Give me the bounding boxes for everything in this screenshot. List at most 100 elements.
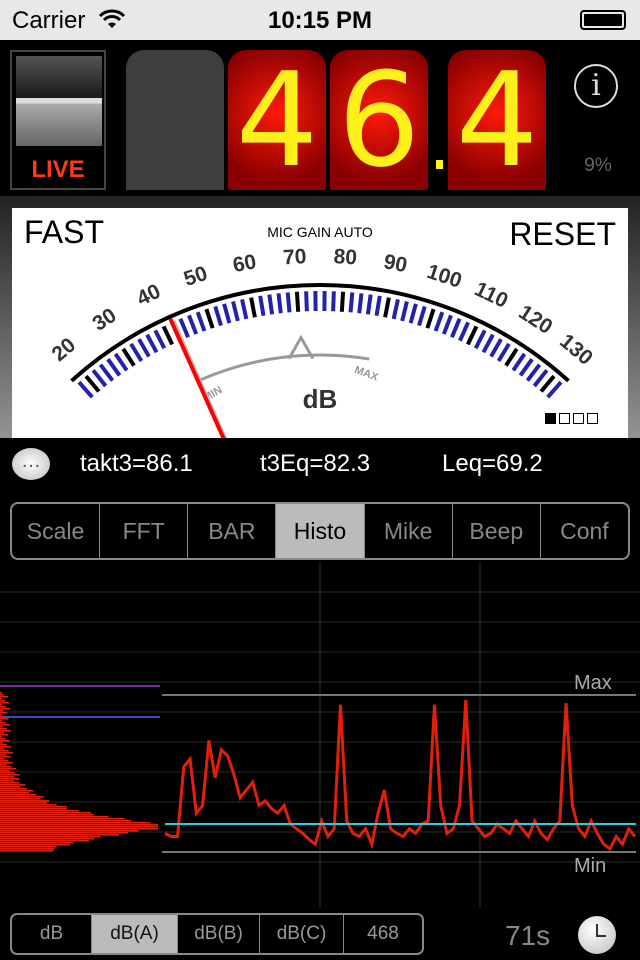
scale-tick [374, 295, 382, 317]
page-indicator[interactable] [545, 413, 598, 424]
scale-tick [106, 358, 122, 377]
histogram-bar [0, 786, 21, 788]
tab-histo[interactable]: Histo [276, 504, 365, 558]
clock-time: 10:15 PM [267, 7, 373, 34]
histogram-bar [0, 818, 125, 820]
scale-tick [91, 369, 108, 388]
speech-bubble-icon[interactable]: … [12, 448, 50, 480]
histogram-bar [0, 728, 7, 730]
page-dot[interactable] [587, 413, 598, 424]
histogram-bar [0, 798, 41, 800]
tab-db-c[interactable]: dB(C) [260, 915, 344, 953]
histogram-bar [0, 782, 20, 784]
tab-fft[interactable]: FFT [100, 504, 189, 558]
scale-label: 50 [181, 262, 210, 291]
scale-label: 130 [555, 330, 597, 370]
histogram-bar [0, 776, 15, 778]
histogram-bar [0, 740, 10, 742]
histogram-bar [0, 788, 27, 790]
scale-tick [511, 352, 527, 372]
histogram-bar [0, 796, 44, 798]
histogram-bar [0, 792, 30, 794]
histogram-bar [0, 734, 9, 736]
histogram-bar [0, 756, 11, 758]
level-indicator-bottom [16, 98, 102, 146]
scale-tick [425, 308, 436, 329]
info-icon[interactable]: i [574, 64, 618, 108]
histogram-bar [0, 760, 9, 762]
digit-tenths: 4 [448, 50, 546, 190]
histogram-bar [0, 720, 2, 722]
leq-value: Leq=69.2 [442, 450, 543, 477]
min-max-arc [197, 353, 370, 383]
histogram-bar [0, 700, 6, 702]
page-dot[interactable] [559, 413, 570, 424]
scale-tick [121, 347, 136, 367]
min-label: Min [574, 855, 607, 877]
scale-label: 120 [514, 301, 556, 339]
tab-db[interactable]: dB [12, 915, 92, 953]
scale-tick [458, 321, 470, 342]
histogram-bar [0, 732, 4, 734]
scale-tick [161, 325, 174, 346]
scale-tick [304, 291, 309, 312]
histogram-bar [0, 816, 109, 818]
unit-label: dB [303, 384, 338, 414]
scale-tick [98, 363, 115, 382]
histogram-bar [0, 812, 92, 814]
tab-bar[interactable]: BAR [188, 504, 277, 558]
histogram-bar [0, 712, 8, 714]
histogram-bar [0, 718, 9, 720]
scale-tick [532, 369, 549, 388]
histogram-bar [0, 842, 74, 844]
scale-tick [339, 291, 346, 312]
scale-label: 90 [382, 250, 409, 277]
clock-icon[interactable] [578, 916, 616, 954]
scale-tick [187, 314, 199, 335]
tab-mike[interactable]: Mike [365, 504, 453, 558]
histogram-bar [0, 704, 3, 706]
tab-db-a[interactable]: dB(A) [92, 915, 178, 953]
histogram-bar [0, 698, 2, 700]
digit-ones: 6 [330, 50, 428, 190]
takt3-value: takt3=86.1 [80, 450, 193, 477]
histogram-bar [0, 702, 10, 704]
mode-tabs: Scale FFT BAR Histo Mike Beep Conf [10, 502, 630, 560]
scale-tick [450, 318, 462, 339]
scale-tick [331, 291, 336, 312]
histogram-bar [0, 744, 7, 746]
scale-tick [408, 303, 418, 324]
histogram-bar [0, 762, 14, 764]
scale-tick [129, 342, 144, 363]
tab-db-b[interactable]: dB(B) [178, 915, 260, 953]
histogram-bar [0, 692, 2, 694]
histogram-bar [0, 836, 101, 838]
histogram-bar [0, 820, 132, 822]
tab-468[interactable]: 468 [344, 915, 422, 953]
histogram-bar [0, 790, 34, 792]
histogram-bar [0, 784, 26, 786]
histogram-bar [0, 750, 9, 752]
scale-tick [489, 338, 503, 358]
histogram-bar [0, 802, 48, 804]
live-button[interactable]: LIVE [10, 50, 106, 190]
scale-tick [178, 318, 190, 339]
tab-scale[interactable]: Scale [12, 504, 101, 558]
histogram-bar [0, 724, 10, 726]
meter-dial: 20304050 60 70 80 90 100110120130MINMAXdB [48, 245, 597, 438]
page-dot[interactable] [545, 413, 556, 424]
histogram-bar [0, 708, 11, 710]
battery-icon [580, 10, 626, 30]
status-bar: Carrier 10:15 PM [0, 0, 640, 40]
tab-conf[interactable]: Conf [541, 504, 628, 558]
scale-tick [153, 329, 167, 350]
histogram-bar [0, 778, 20, 780]
tab-beep[interactable]: Beep [453, 504, 541, 558]
level-trace [164, 700, 637, 852]
histogram-bar [0, 746, 12, 748]
scale-tick [365, 294, 373, 315]
histogram-bar [0, 766, 12, 768]
page-dot[interactable] [573, 413, 584, 424]
histogram-bar [0, 696, 9, 698]
decimal-point [436, 160, 443, 169]
